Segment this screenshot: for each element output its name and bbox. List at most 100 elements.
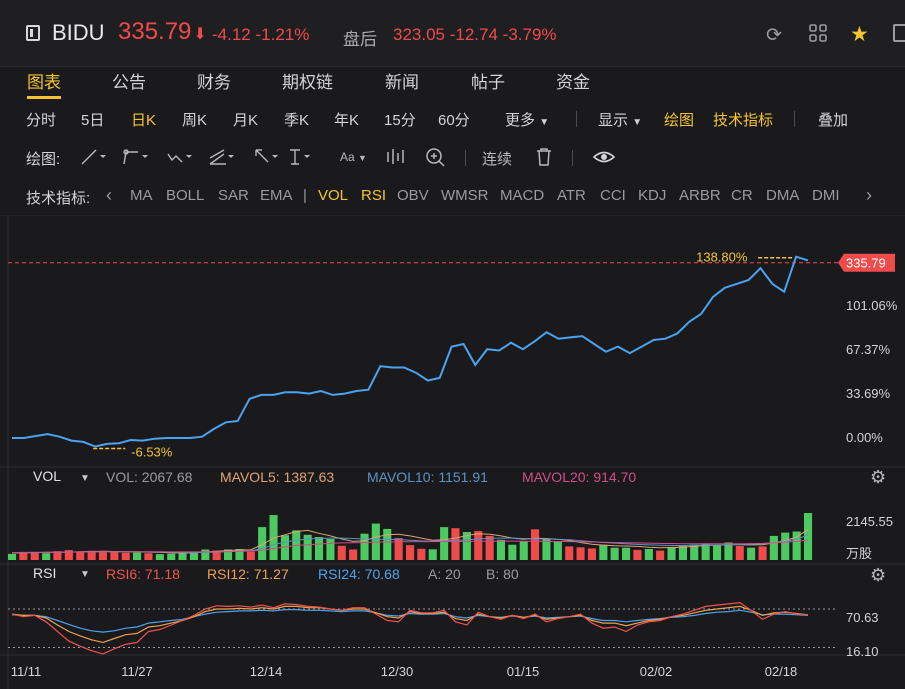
- x-tick-label: 11/11: [11, 664, 42, 679]
- indicator-boll[interactable]: BOLL: [166, 187, 204, 204]
- tab-chart[interactable]: 图表: [27, 68, 61, 93]
- tab-financials[interactable]: 财务: [197, 68, 231, 93]
- period-yearly[interactable]: 年K: [334, 109, 359, 130]
- gear-icon[interactable]: ⚙: [870, 467, 886, 487]
- trendline-tool-icon[interactable]: [81, 149, 106, 165]
- channel-tool-icon[interactable]: [209, 149, 234, 165]
- indicator-vol[interactable]: VOL: [318, 187, 348, 204]
- gear-icon[interactable]: ⚙: [870, 565, 886, 585]
- volume-bar: [167, 553, 176, 560]
- draw-toggle[interactable]: 绘图: [664, 109, 694, 130]
- volume-bar: [656, 550, 665, 560]
- x-tick-label: 02/02: [640, 664, 673, 679]
- period-weekly[interactable]: 周K: [182, 109, 207, 130]
- tab-options[interactable]: 期权链: [282, 68, 333, 93]
- tab-capital[interactable]: 资金: [556, 68, 590, 93]
- indicator-sar[interactable]: SAR: [218, 187, 249, 204]
- more-dropdown[interactable]: 更多 ▼: [505, 109, 549, 130]
- indicator-dmi[interactable]: DMI: [812, 187, 840, 204]
- volume-bar: [804, 513, 813, 560]
- rsi-axis-top: 70.63: [846, 610, 879, 625]
- tab-news[interactable]: 新闻: [385, 68, 419, 93]
- arrow-tool-icon[interactable]: [255, 149, 278, 163]
- volume-bar: [713, 545, 722, 560]
- tab-posts[interactable]: 帖子: [471, 68, 505, 93]
- indicator-cr[interactable]: CR: [731, 187, 753, 204]
- period-60min[interactable]: 60分: [438, 109, 470, 130]
- continuous-draw-toggle[interactable]: 连续: [482, 148, 512, 169]
- stock-chart[interactable]: 101.06%67.37%33.69%0.00% 335.79 138.80% …: [0, 215, 905, 689]
- volume-bar: [121, 552, 130, 560]
- volume-bar: [440, 527, 449, 560]
- indicator-rsi[interactable]: RSI: [361, 187, 386, 204]
- x-tick-label: 12/14: [250, 664, 283, 679]
- divider: |: [303, 187, 307, 204]
- indicator-wmsr[interactable]: WMSR: [441, 187, 489, 204]
- indicator-macd[interactable]: MACD: [500, 187, 544, 204]
- indicator-dma[interactable]: DMA: [766, 187, 799, 204]
- divider: [794, 111, 795, 127]
- volume-title[interactable]: VOL: [33, 468, 61, 484]
- display-dropdown[interactable]: 显示 ▼: [598, 109, 642, 130]
- volume-bar: [155, 554, 164, 560]
- tab-announcements[interactable]: 公告: [112, 68, 146, 93]
- x-tick-label: 01/15: [507, 664, 540, 679]
- volume-bar: [781, 532, 790, 560]
- volume-bar: [76, 551, 85, 560]
- indicator-kdj[interactable]: KDJ: [638, 187, 666, 204]
- rsi-b-value: B: 80: [486, 566, 519, 582]
- overlay-button[interactable]: 叠加: [818, 109, 848, 130]
- rsi-a-value: A: 20: [428, 566, 461, 582]
- volume-bar: [542, 539, 551, 560]
- after-hours-label: 盘后: [343, 30, 377, 49]
- eye-icon[interactable]: [592, 148, 616, 166]
- indicator-obv[interactable]: OBV: [397, 187, 429, 204]
- window-icon[interactable]: [26, 25, 40, 41]
- caret-down-icon[interactable]: ▼: [80, 473, 90, 484]
- star-icon[interactable]: ★: [850, 22, 869, 47]
- volume-bar: [553, 542, 562, 560]
- chevron-right-icon[interactable]: ›: [866, 185, 872, 206]
- volume-bar: [201, 549, 210, 560]
- indicator-arbr[interactable]: ARBR: [679, 187, 721, 204]
- period-5d[interactable]: 5日: [81, 109, 104, 130]
- volume-bar: [42, 553, 51, 560]
- panel-icon[interactable]: [893, 24, 905, 42]
- indicator-ma[interactable]: MA: [130, 187, 153, 204]
- refresh-icon[interactable]: ⟳: [766, 24, 782, 47]
- trash-icon[interactable]: [534, 146, 554, 168]
- volume-bar: [144, 553, 153, 560]
- volume-bar: [485, 535, 494, 560]
- rsi-title[interactable]: RSI: [33, 565, 56, 581]
- active-tab-indicator: [27, 96, 61, 99]
- indicator-cci[interactable]: CCI: [600, 187, 626, 204]
- last-price-tag: 335.79: [838, 253, 895, 272]
- indicator-ema[interactable]: EMA: [260, 187, 293, 204]
- indicator-atr[interactable]: ATR: [557, 187, 586, 204]
- divider: [465, 150, 466, 166]
- symbol: BIDU: [52, 20, 105, 45]
- indicators-toggle[interactable]: 技术指标: [713, 109, 773, 130]
- volume-bar: [30, 552, 39, 560]
- drawing-tools: [81, 149, 310, 165]
- rsi-axis-bottom: 16.10: [846, 644, 879, 659]
- period-intraday[interactable]: 分时: [26, 109, 56, 130]
- bars-pattern-icon[interactable]: [384, 146, 406, 168]
- volume-bar: [792, 531, 801, 560]
- caret-down-icon[interactable]: ▼: [80, 569, 90, 580]
- zoom-in-icon[interactable]: [424, 146, 446, 168]
- wave-tool-icon[interactable]: [167, 153, 192, 163]
- chevron-left-icon[interactable]: ‹: [106, 185, 112, 206]
- ray-tool-icon[interactable]: [123, 149, 148, 165]
- period-quarterly[interactable]: 季K: [284, 109, 309, 130]
- text-tool-icon[interactable]: [290, 149, 310, 165]
- period-daily[interactable]: 日K: [131, 109, 156, 130]
- caret-down-icon: ▼: [632, 117, 643, 128]
- volume-bar: [735, 546, 744, 560]
- last-price-tag-label: 335.79: [846, 256, 886, 271]
- grid-icon[interactable]: [809, 24, 827, 48]
- period-monthly[interactable]: 月K: [233, 109, 258, 130]
- period-15min[interactable]: 15分: [384, 109, 416, 130]
- volume-bar: [8, 553, 17, 560]
- font-size-tool[interactable]: Aa ▼: [340, 150, 367, 164]
